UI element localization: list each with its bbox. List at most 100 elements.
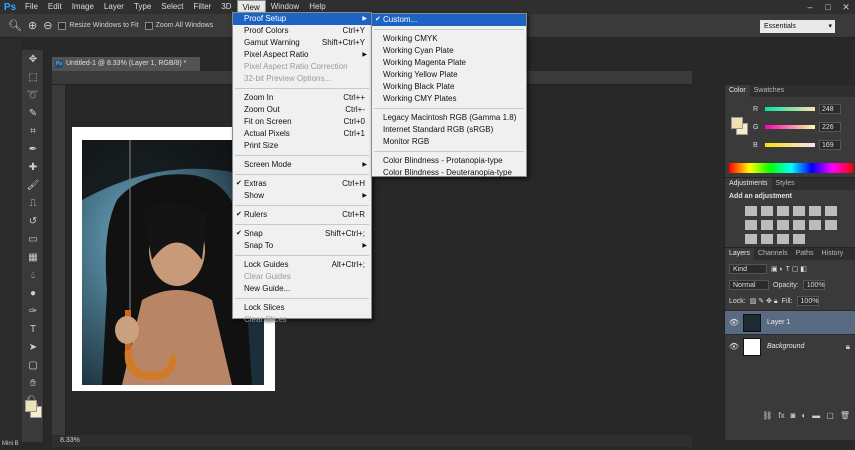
posterize-icon[interactable]	[745, 234, 757, 244]
menu-item-proof-setup[interactable]: Proof Setup ▶	[233, 13, 371, 25]
menu-item-zoom-in[interactable]: Zoom In Ctrl++	[233, 92, 371, 104]
selective-color-icon[interactable]	[793, 234, 805, 244]
color-balance-icon[interactable]	[745, 220, 757, 230]
mask-icon[interactable]: ◙	[791, 411, 796, 420]
document-tab[interactable]: Ps Untitled-1 @ 8.33% (Layer 1, RGB/8) *	[52, 57, 200, 71]
menu-item-working-yellow-plate[interactable]: Working Yellow Plate	[372, 69, 526, 81]
clone-stamp-icon[interactable]: ⎍	[22, 194, 44, 212]
levels-icon[interactable]	[761, 206, 773, 216]
menu-item-working-cmy-plates[interactable]: Working CMY Plates	[372, 93, 526, 105]
menu-item-working-cyan-plate[interactable]: Working Cyan Plate	[372, 45, 526, 57]
menu-item-proof-colors[interactable]: Proof Colors Ctrl+Y	[233, 25, 371, 37]
brush-tool-icon[interactable]: 🖌︎	[22, 176, 44, 194]
red-slider[interactable]	[765, 107, 815, 111]
zoom-level[interactable]: 8.33%	[60, 437, 80, 444]
move-tool-icon[interactable]: ✥	[22, 50, 44, 68]
menu-item-custom[interactable]: ✔ Custom...	[372, 14, 526, 26]
menu-item-lock-guides[interactable]: Lock Guides Alt+Ctrl+;	[233, 259, 371, 271]
menu-item-zoom-out[interactable]: Zoom Out Ctrl+-	[233, 104, 371, 116]
menu-edit[interactable]: Edit	[43, 0, 67, 14]
crop-tool-icon[interactable]: ⌗	[22, 122, 44, 140]
menu-item-working-magenta-plate[interactable]: Working Magenta Plate	[372, 57, 526, 69]
menu-item-extras[interactable]: ✔ Extras Ctrl+H	[233, 178, 371, 190]
fill-input[interactable]: 100%	[796, 296, 819, 306]
menu-item-gamut-warning[interactable]: Gamut Warning Shift+Ctrl+Y	[233, 37, 371, 49]
menu-item-legacy-macintosh-rgb-gamma-1-8[interactable]: Legacy Macintosh RGB (Gamma 1.8)	[372, 112, 526, 124]
mini-bridge-tab[interactable]: Mini B	[0, 441, 40, 450]
foreground-color-swatch[interactable]	[25, 400, 37, 412]
exposure-icon[interactable]	[793, 206, 805, 216]
menu-item-actual-pixels[interactable]: Actual Pixels Ctrl+1	[233, 128, 371, 140]
dodge-tool-icon[interactable]: ●	[22, 284, 44, 302]
menu-item-print-size[interactable]: Print Size	[233, 140, 371, 152]
marquee-tool-icon[interactable]: ⬚	[22, 68, 44, 86]
menu-item-new-guide[interactable]: New Guide...	[233, 283, 371, 295]
tab-styles[interactable]: Styles	[772, 178, 799, 190]
color-lookup-icon[interactable]	[809, 220, 821, 230]
tab-color[interactable]: Color	[725, 85, 750, 97]
link-layers-icon[interactable]: ⛓︎	[762, 411, 772, 420]
menu-select[interactable]: Select	[156, 0, 188, 14]
opacity-input[interactable]: 100%	[802, 280, 825, 290]
adjustment-layer-icon[interactable]: ◐	[801, 411, 806, 420]
menu-item-color-blindness-deuteranopia-type[interactable]: Color Blindness - Deuteranopia-type	[372, 167, 526, 179]
tab-paths[interactable]: Paths	[792, 248, 818, 260]
channel-mixer-icon[interactable]	[793, 220, 805, 230]
black-white-icon[interactable]	[761, 220, 773, 230]
menu-file[interactable]: File	[20, 0, 43, 14]
vertical-ruler[interactable]	[52, 85, 66, 435]
tab-swatches[interactable]: Swatches	[750, 85, 788, 97]
menu-item-internet-standard-rgb-srgb[interactable]: Internet Standard RGB (sRGB)	[372, 124, 526, 136]
red-value-input[interactable]: 248	[819, 104, 841, 114]
tab-layers[interactable]: Layers	[725, 248, 755, 260]
invert-icon[interactable]	[825, 220, 837, 230]
visibility-eye-icon[interactable]: 👁︎	[725, 318, 743, 327]
menu-item-lock-slices[interactable]: Lock Slices	[233, 302, 371, 314]
menu-item-snap-to[interactable]: Snap To ▶	[233, 240, 371, 252]
vibrance-icon[interactable]	[809, 206, 821, 216]
menu-layer[interactable]: Layer	[99, 0, 129, 14]
new-layer-icon[interactable]: ▢	[826, 411, 834, 420]
blur-tool-icon[interactable]: 💧︎	[22, 266, 44, 284]
checkbox-box[interactable]	[58, 21, 67, 30]
lasso-tool-icon[interactable]: ➰	[22, 86, 44, 104]
shape-tool-icon[interactable]: ▢	[22, 356, 44, 374]
blend-mode-select[interactable]: Normal	[729, 280, 769, 290]
visibility-eye-icon[interactable]: 👁︎	[725, 342, 743, 351]
zoom-in-icon[interactable]: ⊕	[28, 19, 37, 32]
filter-icons[interactable]: ▣ ◐ T ▢ ◧	[771, 265, 807, 273]
checkbox-box[interactable]	[144, 21, 153, 30]
tab-channels[interactable]: Channels	[754, 248, 792, 260]
trash-icon[interactable]: 🗑︎	[840, 411, 850, 420]
tab-adjustments[interactable]: Adjustments	[725, 178, 772, 190]
blue-value-input[interactable]: 169	[819, 140, 841, 150]
green-slider[interactable]	[765, 125, 815, 129]
blue-slider[interactable]	[765, 143, 815, 147]
brightness-icon[interactable]	[745, 206, 757, 216]
menu-item-monitor-rgb[interactable]: Monitor RGB	[372, 136, 526, 148]
type-tool-icon[interactable]: T	[22, 320, 44, 338]
threshold-icon[interactable]	[761, 234, 773, 244]
minimize-button[interactable]: –	[801, 0, 819, 14]
path-select-icon[interactable]: ➤	[22, 338, 44, 356]
history-brush-icon[interactable]: ↺	[22, 212, 44, 230]
menu-image[interactable]: Image	[67, 0, 99, 14]
zoom-out-icon[interactable]: ⊖	[43, 19, 52, 32]
hand-tool-icon[interactable]: ✋︎	[22, 374, 44, 392]
maximize-button[interactable]: □	[819, 0, 837, 14]
curves-icon[interactable]	[777, 206, 789, 216]
tab-history[interactable]: History	[818, 248, 848, 260]
workspace-select[interactable]: Essentials	[760, 20, 835, 33]
menu-filter[interactable]: Filter	[189, 0, 217, 14]
layer-row-background[interactable]: 👁︎ Background 🔒︎	[725, 334, 855, 358]
group-folder-icon[interactable]: ▬	[812, 411, 820, 420]
menu-item-screen-mode[interactable]: Screen Mode ▶	[233, 159, 371, 171]
resize-windows-checkbox[interactable]: Resize Windows to Fit	[58, 21, 139, 30]
close-button[interactable]: ✕	[837, 0, 855, 14]
menu-item-working-cmyk[interactable]: Working CMYK	[372, 33, 526, 45]
zoom-tool-icon[interactable]: 🔍︎	[8, 19, 22, 32]
pen-tool-icon[interactable]: ✑	[22, 302, 44, 320]
eraser-tool-icon[interactable]: ▭	[22, 230, 44, 248]
menu-item-show[interactable]: Show ▶	[233, 190, 371, 202]
photo-filter-icon[interactable]	[777, 220, 789, 230]
